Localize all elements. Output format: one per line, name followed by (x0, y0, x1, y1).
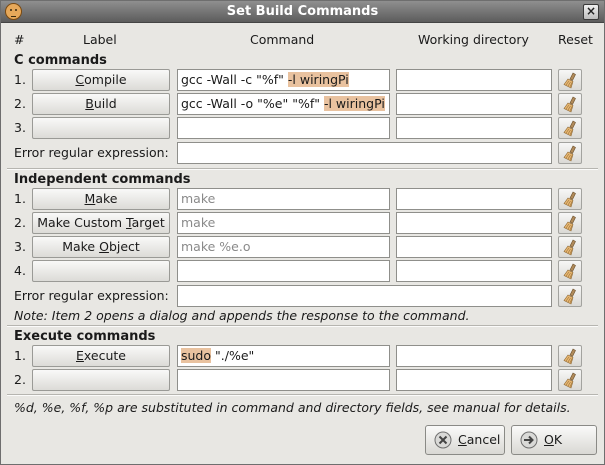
broom-icon (563, 191, 576, 208)
independent-row-1-row-number: 1. (14, 191, 26, 206)
c-row-3-reset-button[interactable] (558, 117, 582, 139)
separator (7, 325, 598, 327)
separator (7, 394, 598, 396)
independent-row-4-command-input[interactable] (177, 260, 390, 282)
independent-row-4-reset-button[interactable] (558, 260, 582, 282)
c-row-2-command-input[interactable]: gcc -Wall -o "%e" "%f" -l wiringPi (177, 93, 390, 115)
execute-row-1-label-button[interactable]: Execute (32, 345, 170, 367)
execute-row-2-command-input[interactable] (177, 369, 390, 391)
independent-error-regex-reset-button[interactable] (558, 285, 582, 307)
independent-error-regex-label: Error regular expression: (14, 288, 169, 303)
cancel-button[interactable]: Cancel (425, 425, 505, 455)
broom-icon (563, 215, 576, 232)
c-error-regex-reset-button[interactable] (558, 142, 582, 164)
header-label: Label (83, 32, 117, 47)
broom-icon (563, 348, 576, 365)
header-reset: Reset (558, 32, 593, 47)
independent-row-4-row-number: 4. (14, 263, 26, 278)
c-row-2-row-number: 2. (14, 96, 26, 111)
independent-error-regex-input[interactable] (177, 285, 552, 307)
broom-icon (563, 372, 576, 389)
execute-row-1-reset-button[interactable] (558, 345, 582, 367)
independent-row-4-workdir-input[interactable] (396, 260, 552, 282)
cancel-label: Cancel (458, 432, 501, 447)
c-row-2-workdir-input[interactable] (396, 93, 552, 115)
execute-row-1-command-input[interactable]: sudo "./%e" (177, 345, 390, 367)
ok-label: OK (544, 432, 563, 447)
ok-button[interactable]: OK (511, 425, 597, 455)
c-error-regex-input[interactable] (177, 142, 552, 164)
independent-row-1-reset-button[interactable] (558, 188, 582, 210)
independent-row-2-reset-button[interactable] (558, 212, 582, 234)
c-row-3-label-button[interactable] (32, 117, 170, 139)
independent-row-2-row-number: 2. (14, 215, 26, 230)
broom-icon (563, 145, 576, 162)
independent-row-3-row-number: 3. (14, 239, 26, 254)
independent-row-2-command-input[interactable]: make (177, 212, 390, 234)
c-row-3-workdir-input[interactable] (396, 117, 552, 139)
broom-icon (563, 72, 576, 89)
close-button[interactable]: × (583, 4, 599, 20)
c-row-2-reset-button[interactable] (558, 93, 582, 115)
execute-row-2-label-button[interactable] (32, 369, 170, 391)
independent-row-3-label-button[interactable]: Make Object (32, 236, 170, 258)
independent-row-3-workdir-input[interactable] (396, 236, 552, 258)
section-independent-commands: Independent commands (14, 172, 191, 187)
execute-row-1-workdir-input[interactable] (396, 345, 552, 367)
ok-arrow-icon (520, 431, 538, 449)
c-row-1-row-number: 1. (14, 72, 26, 87)
independent-note: Note: Item 2 opens a dialog and appends … (14, 308, 470, 323)
titlebar[interactable]: Set Build Commands × (1, 1, 604, 23)
execute-row-2-workdir-input[interactable] (396, 369, 552, 391)
section-execute-commands: Execute commands (14, 329, 156, 344)
independent-row-1-workdir-input[interactable] (396, 188, 552, 210)
broom-icon (563, 263, 576, 280)
section-c-commands: C commands (14, 53, 107, 68)
c-row-1-command-input[interactable]: gcc -Wall -c "%f" -l wiringPi (177, 69, 390, 91)
c-row-2-label-button[interactable]: Build (32, 93, 170, 115)
separator (7, 168, 598, 170)
broom-icon (563, 120, 576, 137)
execute-row-2-row-number: 2. (14, 372, 26, 387)
c-row-1-label-button[interactable]: Compile (32, 69, 170, 91)
independent-row-3-reset-button[interactable] (558, 236, 582, 258)
substitution-note: %d, %e, %f, %p are substituted in comman… (14, 400, 571, 415)
window-title: Set Build Commands (226, 4, 379, 19)
independent-row-4-label-button[interactable] (32, 260, 170, 282)
broom-icon (563, 239, 576, 256)
execute-row-2-reset-button[interactable] (558, 369, 582, 391)
independent-row-2-label-button[interactable]: Make Custom Target (32, 212, 170, 234)
c-row-3-command-input[interactable] (177, 117, 390, 139)
header-working-directory: Working directory (418, 32, 529, 47)
independent-row-1-command-input[interactable]: make (177, 188, 390, 210)
execute-row-1-row-number: 1. (14, 348, 26, 363)
c-row-1-reset-button[interactable] (558, 69, 582, 91)
independent-row-1-label-button[interactable]: Make (32, 188, 170, 210)
header-command: Command (250, 32, 315, 47)
dialog-window: Set Build Commands × # Label Command Wor… (0, 0, 605, 465)
broom-icon (563, 96, 576, 113)
c-row-3-row-number: 3. (14, 120, 26, 135)
header-num: # (14, 32, 25, 47)
independent-row-2-workdir-input[interactable] (396, 212, 552, 234)
c-row-1-workdir-input[interactable] (396, 69, 552, 91)
c-error-regex-label: Error regular expression: (14, 145, 169, 160)
independent-row-3-command-input[interactable]: make %e.o (177, 236, 390, 258)
broom-icon (563, 288, 576, 305)
cancel-icon (434, 431, 452, 449)
